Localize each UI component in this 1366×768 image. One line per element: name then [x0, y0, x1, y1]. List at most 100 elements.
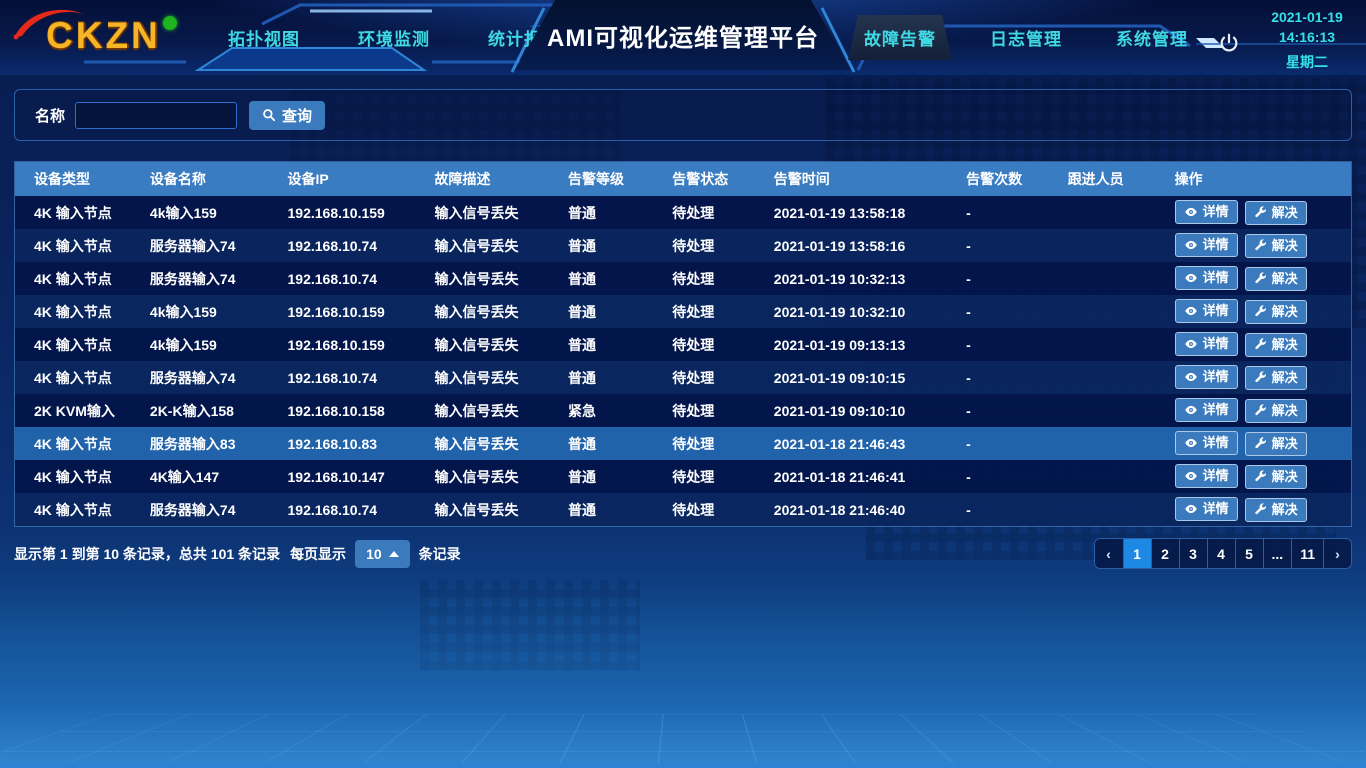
cell-device_type: 4K 输入节点: [15, 460, 142, 493]
eye-icon: [1184, 370, 1198, 384]
page-size-dropdown[interactable]: 10: [355, 540, 410, 568]
cell-status: 待处理: [664, 229, 766, 262]
cell-follower: [1060, 361, 1167, 394]
cell-ip: 192.168.10.74: [280, 229, 427, 262]
cell-level: 普通: [560, 262, 664, 295]
wrench-icon: [1254, 404, 1267, 417]
column-header-5: 告警状态: [664, 162, 766, 196]
cell-device_type: 2K KVM输入: [15, 394, 142, 427]
datetime-display: 2021-01-19 14:16:13 星期二: [1262, 7, 1352, 72]
cell-fault: 输入信号丢失: [426, 493, 560, 526]
detail-button[interactable]: 详情: [1175, 266, 1238, 290]
nav-item-left-1[interactable]: 环境监测: [342, 15, 446, 60]
eye-icon: [1184, 271, 1198, 285]
pagination-ellipsis[interactable]: ...: [1263, 539, 1292, 568]
eye-icon: [1184, 337, 1198, 351]
cell-count: -: [958, 295, 1060, 328]
resolve-button[interactable]: 解决: [1245, 498, 1307, 522]
background-mosaic: [420, 580, 640, 670]
detail-button[interactable]: 详情: [1175, 233, 1238, 257]
pagination-page-11[interactable]: 11: [1291, 539, 1323, 568]
cell-device_name: 4k输入159: [142, 196, 280, 229]
detail-button[interactable]: 详情: [1175, 200, 1238, 224]
resolve-button[interactable]: 解决: [1245, 234, 1307, 258]
logo-green-dot-icon: [163, 16, 177, 30]
table-row[interactable]: 4K 输入节点4K输入147192.168.10.147输入信号丢失普通待处理2…: [15, 460, 1351, 493]
pagination-page-5[interactable]: 5: [1235, 539, 1263, 568]
cell-ip: 192.168.10.74: [280, 493, 427, 526]
cell-device_type: 4K 输入节点: [15, 427, 142, 460]
column-header-2: 设备IP: [280, 162, 427, 196]
cell-follower: [1060, 262, 1167, 295]
nav-item-right-0[interactable]: 故障告警: [848, 15, 952, 60]
cell-actions: 详情解决: [1167, 460, 1351, 493]
cell-ip: 192.168.10.159: [280, 328, 427, 361]
nav-item-left-0[interactable]: 拓扑视图: [212, 15, 316, 60]
table-row[interactable]: 4K 输入节点4k输入159192.168.10.159输入信号丢失普通待处理2…: [15, 295, 1351, 328]
pagination-page-1[interactable]: 1: [1123, 539, 1151, 568]
column-header-0: 设备类型: [15, 162, 142, 196]
table-row[interactable]: 4K 输入节点服务器输入83192.168.10.83输入信号丢失普通待处理20…: [15, 427, 1351, 460]
cell-time: 2021-01-19 13:58:16: [766, 229, 958, 262]
resolve-button[interactable]: 解决: [1245, 366, 1307, 390]
wrench-icon: [1254, 206, 1267, 219]
resolve-button[interactable]: 解决: [1245, 333, 1307, 357]
resolve-button[interactable]: 解决: [1245, 201, 1307, 225]
pagination-page-4[interactable]: 4: [1207, 539, 1235, 568]
cell-time: 2021-01-18 21:46:40: [766, 493, 958, 526]
detail-button-label: 详情: [1203, 501, 1229, 517]
nav-item-right-2[interactable]: 系统管理: [1100, 15, 1204, 60]
table-row[interactable]: 4K 输入节点服务器输入74192.168.10.74输入信号丢失普通待处理20…: [15, 229, 1351, 262]
cell-level: 普通: [560, 493, 664, 526]
pagination: ‹12345...11›: [1094, 538, 1352, 569]
detail-button[interactable]: 详情: [1175, 431, 1238, 455]
table-row[interactable]: 4K 输入节点服务器输入74192.168.10.74输入信号丢失普通待处理20…: [15, 361, 1351, 394]
detail-button-label: 详情: [1203, 237, 1229, 253]
cell-status: 待处理: [664, 394, 766, 427]
resolve-button[interactable]: 解决: [1245, 465, 1307, 489]
top-header-bar: CKZN 拓扑视图环境监测统计报表 AMI可视化运维管理平台 故障告警日志管理系…: [0, 0, 1366, 75]
cell-follower: [1060, 328, 1167, 361]
eye-icon: [1184, 403, 1198, 417]
table-row[interactable]: 2K KVM输入2K-K输入158192.168.10.158输入信号丢失紧急待…: [15, 394, 1351, 427]
detail-button[interactable]: 详情: [1175, 398, 1238, 422]
nav-item-right-1[interactable]: 日志管理: [974, 15, 1078, 60]
column-header-8: 跟进人员: [1060, 162, 1167, 196]
resolve-button[interactable]: 解决: [1245, 267, 1307, 291]
cell-device_type: 4K 输入节点: [15, 361, 142, 394]
pagination-page-3[interactable]: 3: [1179, 539, 1207, 568]
resolve-button[interactable]: 解决: [1245, 399, 1307, 423]
cell-status: 待处理: [664, 493, 766, 526]
detail-button[interactable]: 详情: [1175, 299, 1238, 323]
name-search-input[interactable]: [75, 102, 237, 129]
cell-ip: 192.168.10.83: [280, 427, 427, 460]
detail-button-label: 详情: [1203, 402, 1229, 418]
table-row[interactable]: 4K 输入节点服务器输入74192.168.10.74输入信号丢失普通待处理20…: [15, 493, 1351, 526]
bottom-strip: [0, 763, 1366, 768]
detail-button[interactable]: 详情: [1175, 464, 1238, 488]
pagination-prev[interactable]: ‹: [1095, 539, 1123, 568]
resolve-button[interactable]: 解决: [1245, 432, 1307, 456]
query-button[interactable]: 查询: [249, 101, 325, 130]
table-row[interactable]: 4K 输入节点4k输入159192.168.10.159输入信号丢失普通待处理2…: [15, 328, 1351, 361]
cell-count: -: [958, 328, 1060, 361]
alarm-table: 设备类型设备名称设备IP故障描述告警等级告警状态告警时间告警次数跟进人员操作 4…: [15, 162, 1351, 526]
resolve-button[interactable]: 解决: [1245, 300, 1307, 324]
detail-button[interactable]: 详情: [1175, 365, 1238, 389]
table-row[interactable]: 4K 输入节点服务器输入74192.168.10.74输入信号丢失普通待处理20…: [15, 262, 1351, 295]
eye-icon: [1184, 502, 1198, 516]
power-button[interactable]: [1218, 32, 1240, 59]
table-footer: 显示第 1 到第 10 条记录，总共 101 条记录 每页显示 10 条记录 ‹…: [14, 538, 1352, 569]
pagination-page-2[interactable]: 2: [1151, 539, 1179, 568]
detail-button[interactable]: 详情: [1175, 332, 1238, 356]
cell-level: 普通: [560, 229, 664, 262]
detail-button-label: 详情: [1203, 270, 1229, 286]
cell-device_name: 4k输入159: [142, 295, 280, 328]
cell-fault: 输入信号丢失: [426, 328, 560, 361]
pagination-next[interactable]: ›: [1323, 539, 1351, 568]
cell-ip: 192.168.10.159: [280, 196, 427, 229]
query-button-label: 查询: [282, 105, 312, 126]
table-row[interactable]: 4K 输入节点4k输入159192.168.10.159输入信号丢失普通待处理2…: [15, 196, 1351, 229]
detail-button[interactable]: 详情: [1175, 497, 1238, 521]
cell-time: 2021-01-19 09:13:13: [766, 328, 958, 361]
